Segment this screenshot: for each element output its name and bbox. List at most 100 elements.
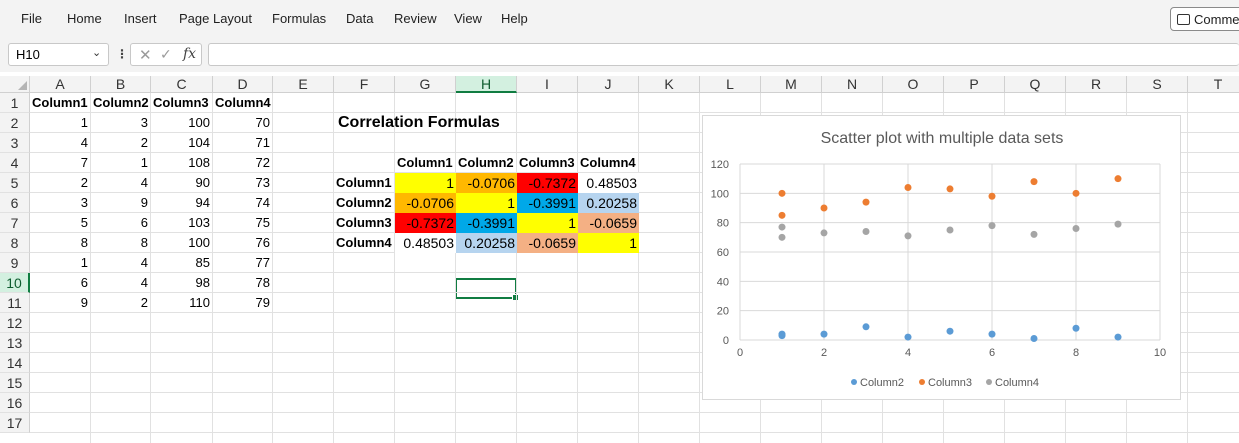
table-cell[interactable]: 73: [213, 173, 272, 193]
column-header-b[interactable]: B: [91, 76, 151, 93]
column-header-a[interactable]: A: [30, 76, 91, 93]
correlation-row-header[interactable]: Column4: [334, 233, 394, 253]
column-header-d[interactable]: D: [213, 76, 273, 93]
correlation-cell[interactable]: 1: [456, 193, 517, 213]
correlation-cell[interactable]: 1: [578, 233, 639, 253]
correlation-cell[interactable]: 0.48503: [395, 233, 456, 253]
table-cell[interactable]: 77: [213, 253, 272, 273]
table-cell[interactable]: 2: [91, 293, 150, 313]
column-header-i[interactable]: I: [517, 76, 578, 93]
menu-formulas[interactable]: Formulas: [272, 11, 326, 26]
table-cell[interactable]: 1: [30, 113, 90, 133]
row-header-4[interactable]: 4: [0, 153, 30, 173]
column-header-f[interactable]: F: [334, 76, 395, 93]
correlation-cell[interactable]: 1: [517, 213, 578, 233]
column-header-t[interactable]: T: [1188, 76, 1239, 93]
table-cell[interactable]: 94: [151, 193, 212, 213]
table-cell[interactable]: 85: [151, 253, 212, 273]
column-header-c[interactable]: C: [151, 76, 213, 93]
row-header-17[interactable]: 17: [0, 413, 30, 433]
menu-insert[interactable]: Insert: [124, 11, 157, 26]
table-cell[interactable]: 74: [213, 193, 272, 213]
table-cell[interactable]: 104: [151, 133, 212, 153]
table-cell[interactable]: 103: [151, 213, 212, 233]
table-cell[interactable]: 98: [151, 273, 212, 293]
row-header-7[interactable]: 7: [0, 213, 30, 233]
worksheet-grid[interactable]: A B C D E F G H I J K L M N O P Q R S T 1 2 3 4 5 6 7 8 9 10 11 12 13 14 1…: [0, 72, 1239, 443]
column-header-l[interactable]: L: [700, 76, 761, 93]
column-header-n[interactable]: N: [822, 76, 883, 93]
menu-review[interactable]: Review: [394, 11, 437, 26]
column-header-e[interactable]: E: [273, 76, 334, 93]
table-cell[interactable]: 7: [30, 153, 90, 173]
correlation-cell[interactable]: 0.20258: [578, 193, 639, 213]
menu-view[interactable]: View: [454, 11, 482, 26]
scatter-chart[interactable]: Scatter plot with multiple data sets 0 20 4…: [702, 115, 1181, 400]
correlation-row-header[interactable]: Column3: [334, 213, 394, 233]
column-header-h[interactable]: H: [456, 76, 517, 93]
correlation-cell[interactable]: 0.48503: [578, 173, 639, 193]
column-header-o[interactable]: O: [883, 76, 944, 93]
table-cell[interactable]: 100: [151, 113, 212, 133]
table-cell[interactable]: 76: [213, 233, 272, 253]
row-header-11[interactable]: 11: [0, 293, 30, 313]
table-cell[interactable]: 75: [213, 213, 272, 233]
formula-input[interactable]: [208, 43, 1239, 66]
column-header-j[interactable]: J: [578, 76, 639, 93]
correlation-cell[interactable]: -0.0659: [578, 213, 639, 233]
row-header-13[interactable]: 13: [0, 333, 30, 353]
table-cell[interactable]: 1: [30, 253, 90, 273]
table-cell[interactable]: 9: [91, 193, 150, 213]
correlation-cell[interactable]: -0.3991: [456, 213, 517, 233]
column-header-g[interactable]: G: [395, 76, 456, 93]
table-cell[interactable]: 70: [213, 113, 272, 133]
chevron-down-icon[interactable]: ⌄: [92, 46, 101, 59]
correlation-cell[interactable]: -0.0706: [456, 173, 517, 193]
table-cell[interactable]: 3: [91, 113, 150, 133]
row-header-15[interactable]: 15: [0, 373, 30, 393]
correlation-cell[interactable]: -0.0706: [395, 193, 456, 213]
correlation-row-header[interactable]: Column1: [334, 173, 394, 193]
table-header-cell[interactable]: Column3: [151, 93, 212, 113]
table-header-cell[interactable]: Column2: [91, 93, 150, 113]
column-header-p[interactable]: P: [944, 76, 1005, 93]
table-cell[interactable]: 8: [30, 233, 90, 253]
correlation-col-header[interactable]: Column3: [517, 153, 577, 173]
more-options-icon[interactable]: ⋮: [116, 47, 128, 61]
menu-home[interactable]: Home: [67, 11, 102, 26]
comments-button[interactable]: Comme: [1170, 7, 1239, 31]
table-cell[interactable]: 4: [91, 173, 150, 193]
table-cell[interactable]: 8: [91, 233, 150, 253]
table-cell[interactable]: 4: [30, 133, 90, 153]
table-cell[interactable]: 110: [151, 293, 212, 313]
menu-file[interactable]: File: [21, 11, 42, 26]
menu-data[interactable]: Data: [346, 11, 373, 26]
column-header-q[interactable]: Q: [1005, 76, 1066, 93]
table-cell[interactable]: 72: [213, 153, 272, 173]
correlation-cell[interactable]: -0.7372: [395, 213, 456, 233]
correlation-row-header[interactable]: Column2: [334, 193, 394, 213]
table-cell[interactable]: 4: [91, 273, 150, 293]
row-header-2[interactable]: 2: [0, 113, 30, 133]
row-header-5[interactable]: 5: [0, 173, 30, 193]
select-all-corner[interactable]: [0, 76, 30, 93]
menu-page-layout[interactable]: Page Layout: [179, 11, 252, 26]
cancel-icon[interactable]: ✕: [139, 46, 152, 64]
row-header-12[interactable]: 12: [0, 313, 30, 333]
table-cell[interactable]: 6: [91, 213, 150, 233]
row-header-6[interactable]: 6: [0, 193, 30, 213]
row-header-1[interactable]: 1: [0, 93, 30, 113]
table-cell[interactable]: 1: [91, 153, 150, 173]
correlation-cell[interactable]: -0.7372: [517, 173, 578, 193]
table-cell[interactable]: 108: [151, 153, 212, 173]
table-cell[interactable]: 6: [30, 273, 90, 293]
table-cell[interactable]: 4: [91, 253, 150, 273]
table-header-cell[interactable]: Column1: [30, 93, 90, 113]
table-cell[interactable]: 5: [30, 213, 90, 233]
correlation-col-header[interactable]: Column4: [578, 153, 638, 173]
table-cell[interactable]: 79: [213, 293, 272, 313]
column-header-r[interactable]: R: [1066, 76, 1127, 93]
table-cell[interactable]: 2: [30, 173, 90, 193]
menu-help[interactable]: Help: [501, 11, 528, 26]
correlation-col-header[interactable]: Column2: [456, 153, 516, 173]
